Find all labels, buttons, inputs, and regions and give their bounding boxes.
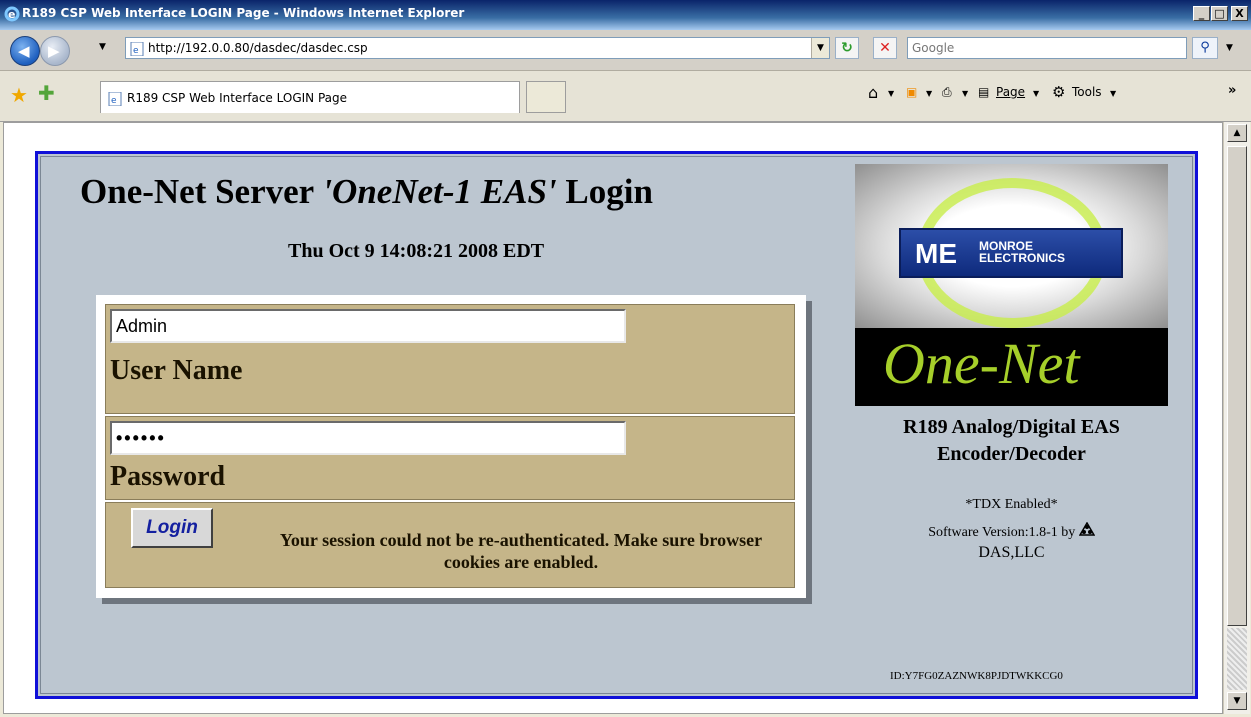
scroll-up-icon[interactable]: ▲ — [1227, 124, 1247, 142]
tdx-status: *TDX Enabled* — [965, 497, 1058, 512]
scrollbar-track[interactable] — [1227, 628, 1247, 690]
window-title-bar[interactable]: e R189 CSP Web Interface LOGIN Page - Wi… — [0, 0, 1251, 30]
vertical-scrollbar[interactable]: ▲ ▼ — [1223, 122, 1250, 714]
login-form: Admin User Name •••••• Password Login Yo… — [96, 295, 806, 598]
home-icon[interactable]: ⌂ — [868, 83, 878, 102]
logo-company-abbr: ME — [915, 238, 957, 269]
page-title-prefix: One-Net Server — [80, 172, 323, 211]
software-version-block: Software Version:1.8-1 by DAS,LLC — [855, 521, 1168, 564]
add-favorites-icon[interactable]: ✚ — [38, 81, 55, 105]
address-url: http://192.0.0.80/dasdec/dasdec.csp — [148, 41, 368, 55]
svg-text:e: e — [8, 8, 15, 21]
svg-text:e: e — [111, 96, 117, 106]
logo-wordmark-band: One-Net — [855, 328, 1168, 406]
tab-toolbar: ★ ✚ e R189 CSP Web Interface LOGIN Page … — [0, 71, 1251, 122]
password-label: Password — [110, 461, 226, 492]
svg-text:e: e — [133, 46, 139, 56]
tools-dropdown-icon[interactable]: ▼ — [1110, 89, 1116, 98]
back-arrow-icon: ◀ — [18, 42, 30, 60]
device-id: ID:Y7FG0ZAZNWK8PJDTWKKCG0 — [890, 670, 1063, 682]
one-net-logo: ME MONROE ELECTRONICS One-Net — [855, 164, 1168, 406]
tab-title: R189 CSP Web Interface LOGIN Page — [127, 91, 348, 105]
page-title: One-Net Server 'OneNet-1 EAS' Login — [80, 172, 653, 212]
product-description: R189 Analog/Digital EAS Encoder/Decoder — [855, 414, 1168, 468]
history-dropdown-icon[interactable]: ▼ — [99, 42, 106, 52]
logo-company-line2: ELECTRONICS — [979, 251, 1066, 265]
favorites-star-icon[interactable]: ★ — [10, 83, 28, 107]
back-button[interactable]: ◀ — [10, 36, 40, 66]
logo-company-name: MONROE ELECTRONICS — [979, 240, 1065, 264]
close-button[interactable]: X — [1231, 6, 1248, 21]
search-input[interactable]: Google — [907, 37, 1187, 59]
logo-background: ME MONROE ELECTRONICS — [855, 164, 1168, 328]
page-menu-icon: ▤ — [978, 85, 990, 99]
print-icon[interactable]: ⎙ — [942, 85, 952, 100]
vendor-name: DAS,LLC — [978, 544, 1045, 561]
page-icon: e — [130, 41, 144, 57]
software-version: Software Version:1.8-1 by — [928, 525, 1076, 540]
feeds-dropdown-icon[interactable]: ▼ — [926, 89, 932, 98]
username-label: User Name — [110, 355, 243, 386]
stop-icon[interactable]: ✕ — [873, 37, 897, 59]
page-icon: e — [108, 91, 122, 107]
tools-gear-icon: ⚙ — [1052, 83, 1066, 101]
scrollbar-thumb[interactable] — [1227, 146, 1247, 626]
toolbar-overflow-icon[interactable]: » — [1228, 83, 1236, 98]
monroe-electronics-logo: ME MONROE ELECTRONICS — [899, 228, 1123, 278]
login-button[interactable]: Login — [131, 508, 213, 548]
password-cell: •••••• Password — [105, 416, 795, 500]
feeds-icon[interactable]: ▣ — [906, 85, 917, 99]
session-error-message: Your session could not be re-authenticat… — [279, 530, 763, 572]
refresh-icon[interactable]: ↻ — [835, 37, 859, 59]
print-dropdown-icon[interactable]: ▼ — [962, 89, 968, 98]
username-cell: Admin User Name — [105, 304, 795, 414]
page-menu-button[interactable]: Page — [996, 85, 1025, 99]
address-toolbar: ◀ ▶ ▼ e http://192.0.0.80/dasdec/dasdec.… — [0, 30, 1251, 71]
product-line2: Encoder/Decoder — [937, 443, 1086, 465]
home-dropdown-icon[interactable]: ▼ — [888, 89, 894, 98]
tools-menu-button[interactable]: Tools — [1072, 85, 1102, 99]
maximize-button[interactable]: □ — [1211, 6, 1228, 21]
login-action-cell: Login Your session could not be re-authe… — [105, 502, 795, 588]
search-placeholder: Google — [912, 41, 955, 55]
window-title: R189 CSP Web Interface LOGIN Page - Wind… — [22, 6, 465, 20]
forward-button[interactable]: ▶ — [40, 36, 70, 66]
tab-login-page[interactable]: e R189 CSP Web Interface LOGIN Page — [100, 81, 520, 113]
product-line1: R189 Analog/Digital EAS — [903, 416, 1120, 438]
address-dropdown-icon[interactable]: ▼ — [811, 38, 829, 58]
new-tab-button[interactable] — [526, 81, 566, 113]
page-menu-dropdown-icon[interactable]: ▼ — [1033, 89, 1039, 98]
page-title-suffix: Login — [556, 172, 653, 211]
search-icon[interactable]: ⚲ — [1192, 37, 1218, 59]
forward-arrow-icon: ▶ — [48, 42, 60, 60]
das-logo-icon — [1078, 521, 1096, 540]
server-datetime: Thu Oct 9 14:08:21 2008 EDT — [288, 240, 545, 262]
minimize-button[interactable]: _ — [1193, 6, 1210, 21]
logo-wordmark: One-Net — [883, 331, 1080, 396]
server-name: 'OneNet-1 EAS' — [322, 172, 557, 211]
address-bar[interactable]: e http://192.0.0.80/dasdec/dasdec.csp ▼ — [125, 37, 830, 59]
username-input[interactable]: Admin — [110, 309, 626, 343]
password-input[interactable]: •••••• — [110, 421, 626, 455]
scroll-down-icon[interactable]: ▼ — [1227, 692, 1247, 710]
search-options-dropdown-icon[interactable]: ▼ — [1226, 43, 1233, 53]
ie-logo-icon: e — [4, 6, 20, 22]
